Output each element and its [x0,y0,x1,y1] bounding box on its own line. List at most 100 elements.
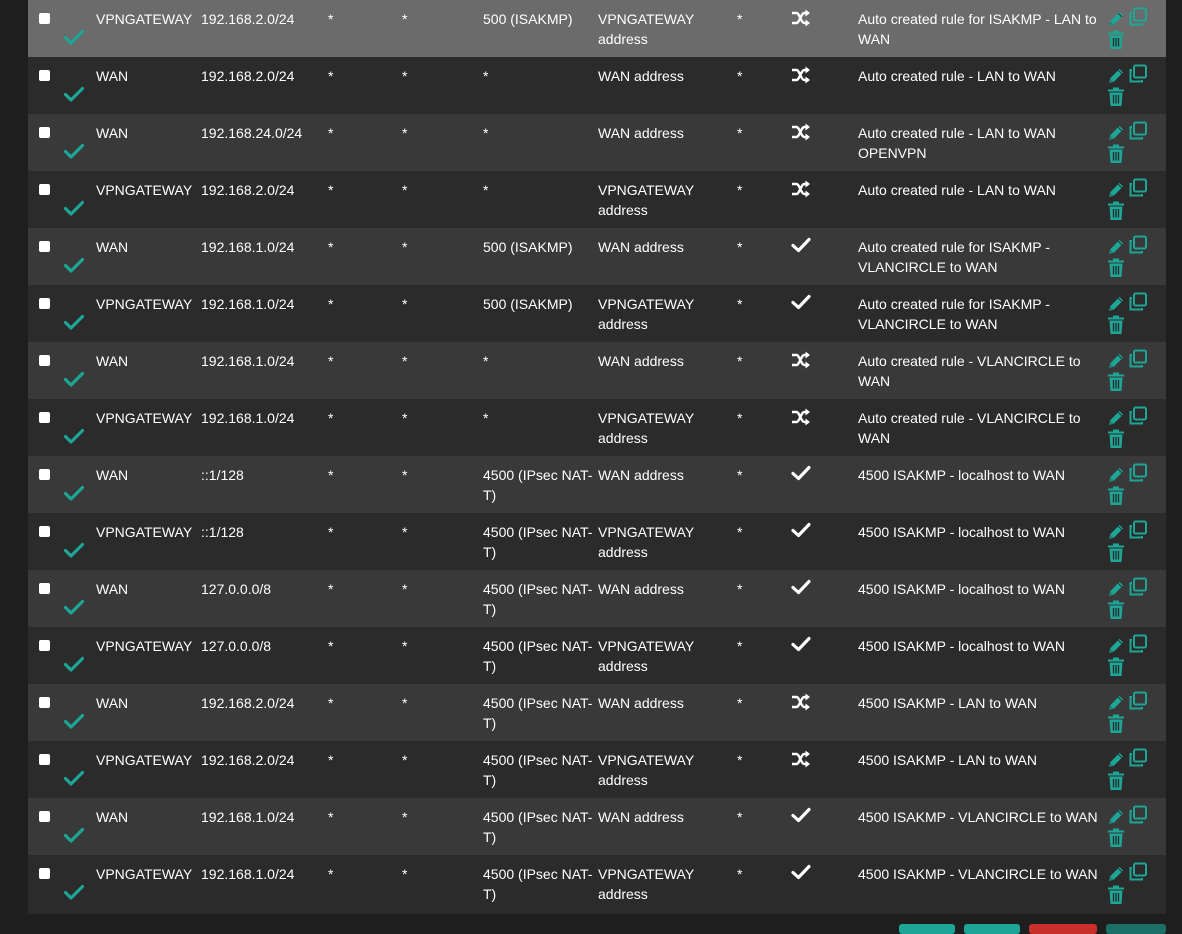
trash-icon[interactable] [1107,429,1125,449]
checkmark-icon[interactable] [64,257,96,273]
checkmark-icon[interactable] [64,428,96,444]
trash-icon[interactable] [1107,828,1125,848]
table-row[interactable]: VPNGATEWAY 192.168.1.0/24 * * 500 (ISAKM… [28,285,1166,342]
pencil-icon[interactable] [1106,237,1126,257]
footer-button-4[interactable] [1106,924,1166,934]
pencil-icon[interactable] [1106,693,1126,713]
row-select-checkbox[interactable] [39,298,50,309]
table-row[interactable]: WAN 192.168.2.0/24 * * 4500 (IPsec NAT-T… [28,684,1166,741]
row-select-checkbox[interactable] [39,640,50,651]
pencil-icon[interactable] [1106,408,1126,428]
trash-icon[interactable] [1107,30,1125,50]
copy-icon[interactable] [1128,463,1148,483]
row-select-checkbox[interactable] [39,184,50,195]
trash-icon[interactable] [1107,600,1125,620]
copy-icon[interactable] [1128,235,1148,255]
trash-icon[interactable] [1107,258,1125,278]
row-select-checkbox[interactable] [39,355,50,366]
trash-icon[interactable] [1107,771,1125,791]
copy-icon[interactable] [1128,64,1148,84]
row-select-checkbox[interactable] [39,127,50,138]
pencil-icon[interactable] [1106,180,1126,200]
checkmark-icon[interactable] [64,29,96,45]
table-row[interactable]: WAN 192.168.2.0/24 * * * WAN address * A… [28,57,1166,114]
copy-icon[interactable] [1128,691,1148,711]
checkmark-icon[interactable] [64,371,96,387]
row-select-checkbox[interactable] [39,868,50,879]
checkmark-icon[interactable] [64,200,96,216]
table-row[interactable]: WAN ::1/128 * * 4500 (IPsec NAT-T) WAN a… [28,456,1166,513]
copy-icon[interactable] [1128,520,1148,540]
pencil-icon[interactable] [1106,351,1126,371]
copy-icon[interactable] [1128,748,1148,768]
pencil-icon[interactable] [1106,636,1126,656]
checkmark-icon[interactable] [64,542,96,558]
checkmark-icon[interactable] [64,884,96,900]
pencil-icon[interactable] [1106,522,1126,542]
row-select-checkbox[interactable] [39,13,50,24]
table-row[interactable]: VPNGATEWAY 192.168.2.0/24 * * 4500 (IPse… [28,741,1166,798]
table-row[interactable]: WAN 192.168.1.0/24 * * 4500 (IPsec NAT-T… [28,798,1166,855]
copy-icon[interactable] [1128,178,1148,198]
pencil-icon[interactable] [1106,864,1126,884]
table-row[interactable]: VPNGATEWAY ::1/128 * * 4500 (IPsec NAT-T… [28,513,1166,570]
pencil-icon[interactable] [1106,579,1126,599]
trash-icon[interactable] [1107,657,1125,677]
copy-icon[interactable] [1128,292,1148,312]
checkmark-icon[interactable] [64,770,96,786]
row-select-checkbox[interactable] [39,697,50,708]
pencil-icon[interactable] [1106,750,1126,770]
table-row[interactable]: WAN 192.168.24.0/24 * * * WAN address * … [28,114,1166,171]
row-select-checkbox[interactable] [39,469,50,480]
pencil-icon[interactable] [1106,465,1126,485]
trash-icon[interactable] [1107,315,1125,335]
table-row[interactable]: WAN 192.168.1.0/24 * * 500 (ISAKMP) WAN … [28,228,1166,285]
row-select-checkbox[interactable] [39,583,50,594]
row-select-checkbox[interactable] [39,811,50,822]
checkmark-icon[interactable] [64,314,96,330]
checkmark-icon[interactable] [64,599,96,615]
trash-icon[interactable] [1107,885,1125,905]
footer-button-1[interactable] [899,924,955,934]
copy-icon[interactable] [1128,121,1148,141]
copy-icon[interactable] [1128,634,1148,654]
copy-icon[interactable] [1128,862,1148,882]
copy-icon[interactable] [1128,7,1148,27]
trash-icon[interactable] [1107,543,1125,563]
pencil-icon[interactable] [1106,123,1126,143]
footer-button-2[interactable] [964,924,1020,934]
row-select-checkbox[interactable] [39,526,50,537]
pencil-icon[interactable] [1106,9,1126,29]
trash-icon[interactable] [1107,372,1125,392]
trash-icon[interactable] [1107,714,1125,734]
trash-icon[interactable] [1107,486,1125,506]
checkmark-icon[interactable] [64,86,96,102]
table-row[interactable]: WAN 127.0.0.0/8 * * 4500 (IPsec NAT-T) W… [28,570,1166,627]
table-row[interactable]: VPNGATEWAY 127.0.0.0/8 * * 4500 (IPsec N… [28,627,1166,684]
row-select-checkbox[interactable] [39,241,50,252]
table-row[interactable]: VPNGATEWAY 192.168.1.0/24 * * * VPNGATEW… [28,399,1166,456]
trash-icon[interactable] [1107,201,1125,221]
copy-icon[interactable] [1128,349,1148,369]
copy-icon[interactable] [1128,406,1148,426]
table-row[interactable]: VPNGATEWAY 192.168.2.0/24 * * * VPNGATEW… [28,171,1166,228]
checkmark-icon[interactable] [64,143,96,159]
table-row[interactable]: VPNGATEWAY 192.168.1.0/24 * * 4500 (IPse… [28,855,1166,912]
checkmark-icon[interactable] [64,656,96,672]
checkmark-icon[interactable] [64,485,96,501]
row-select-checkbox[interactable] [39,754,50,765]
trash-icon[interactable] [1107,144,1125,164]
copy-icon[interactable] [1128,805,1148,825]
pencil-icon[interactable] [1106,294,1126,314]
trash-icon[interactable] [1107,87,1125,107]
table-row[interactable]: VPNGATEWAY 192.168.2.0/24 * * 500 (ISAKM… [28,0,1166,57]
row-select-checkbox[interactable] [39,70,50,81]
table-row[interactable]: WAN 192.168.1.0/24 * * * WAN address * A… [28,342,1166,399]
checkmark-icon[interactable] [64,827,96,843]
pencil-icon[interactable] [1106,66,1126,86]
copy-icon[interactable] [1128,577,1148,597]
row-select-checkbox[interactable] [39,412,50,423]
pencil-icon[interactable] [1106,807,1126,827]
checkmark-icon[interactable] [64,713,96,729]
footer-button-3[interactable] [1029,924,1097,934]
